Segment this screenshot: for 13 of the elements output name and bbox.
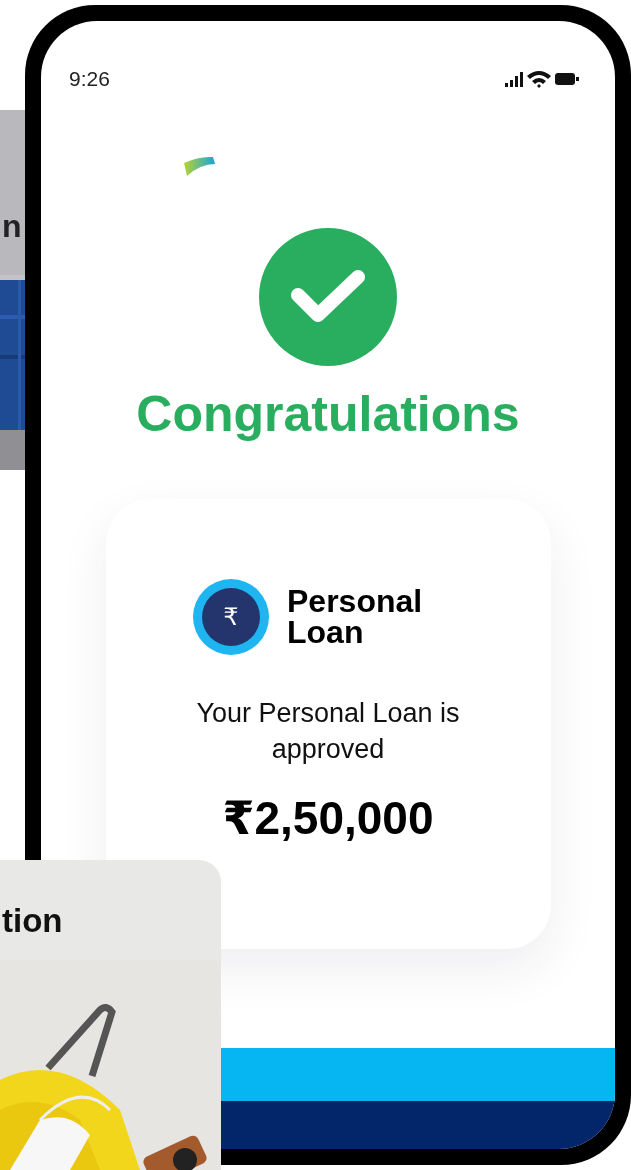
loan-amount: ₹2,50,000 — [222, 795, 434, 842]
approval-message: Your Personal Loan is approved — [195, 696, 461, 766]
battery-icon — [555, 72, 579, 85]
side-card-title: tion — [2, 904, 63, 937]
status-time: 9:26 — [69, 66, 110, 92]
check-icon — [258, 226, 398, 367]
signal-icon — [505, 70, 523, 88]
success-title: Congratulations — [136, 388, 520, 439]
wifi-icon — [527, 69, 551, 88]
rupee-icon: ₹ — [193, 578, 269, 655]
product-name: Personal Loan — [287, 586, 424, 647]
side-card-title: n — [2, 210, 22, 242]
confetti-icon — [183, 154, 216, 177]
